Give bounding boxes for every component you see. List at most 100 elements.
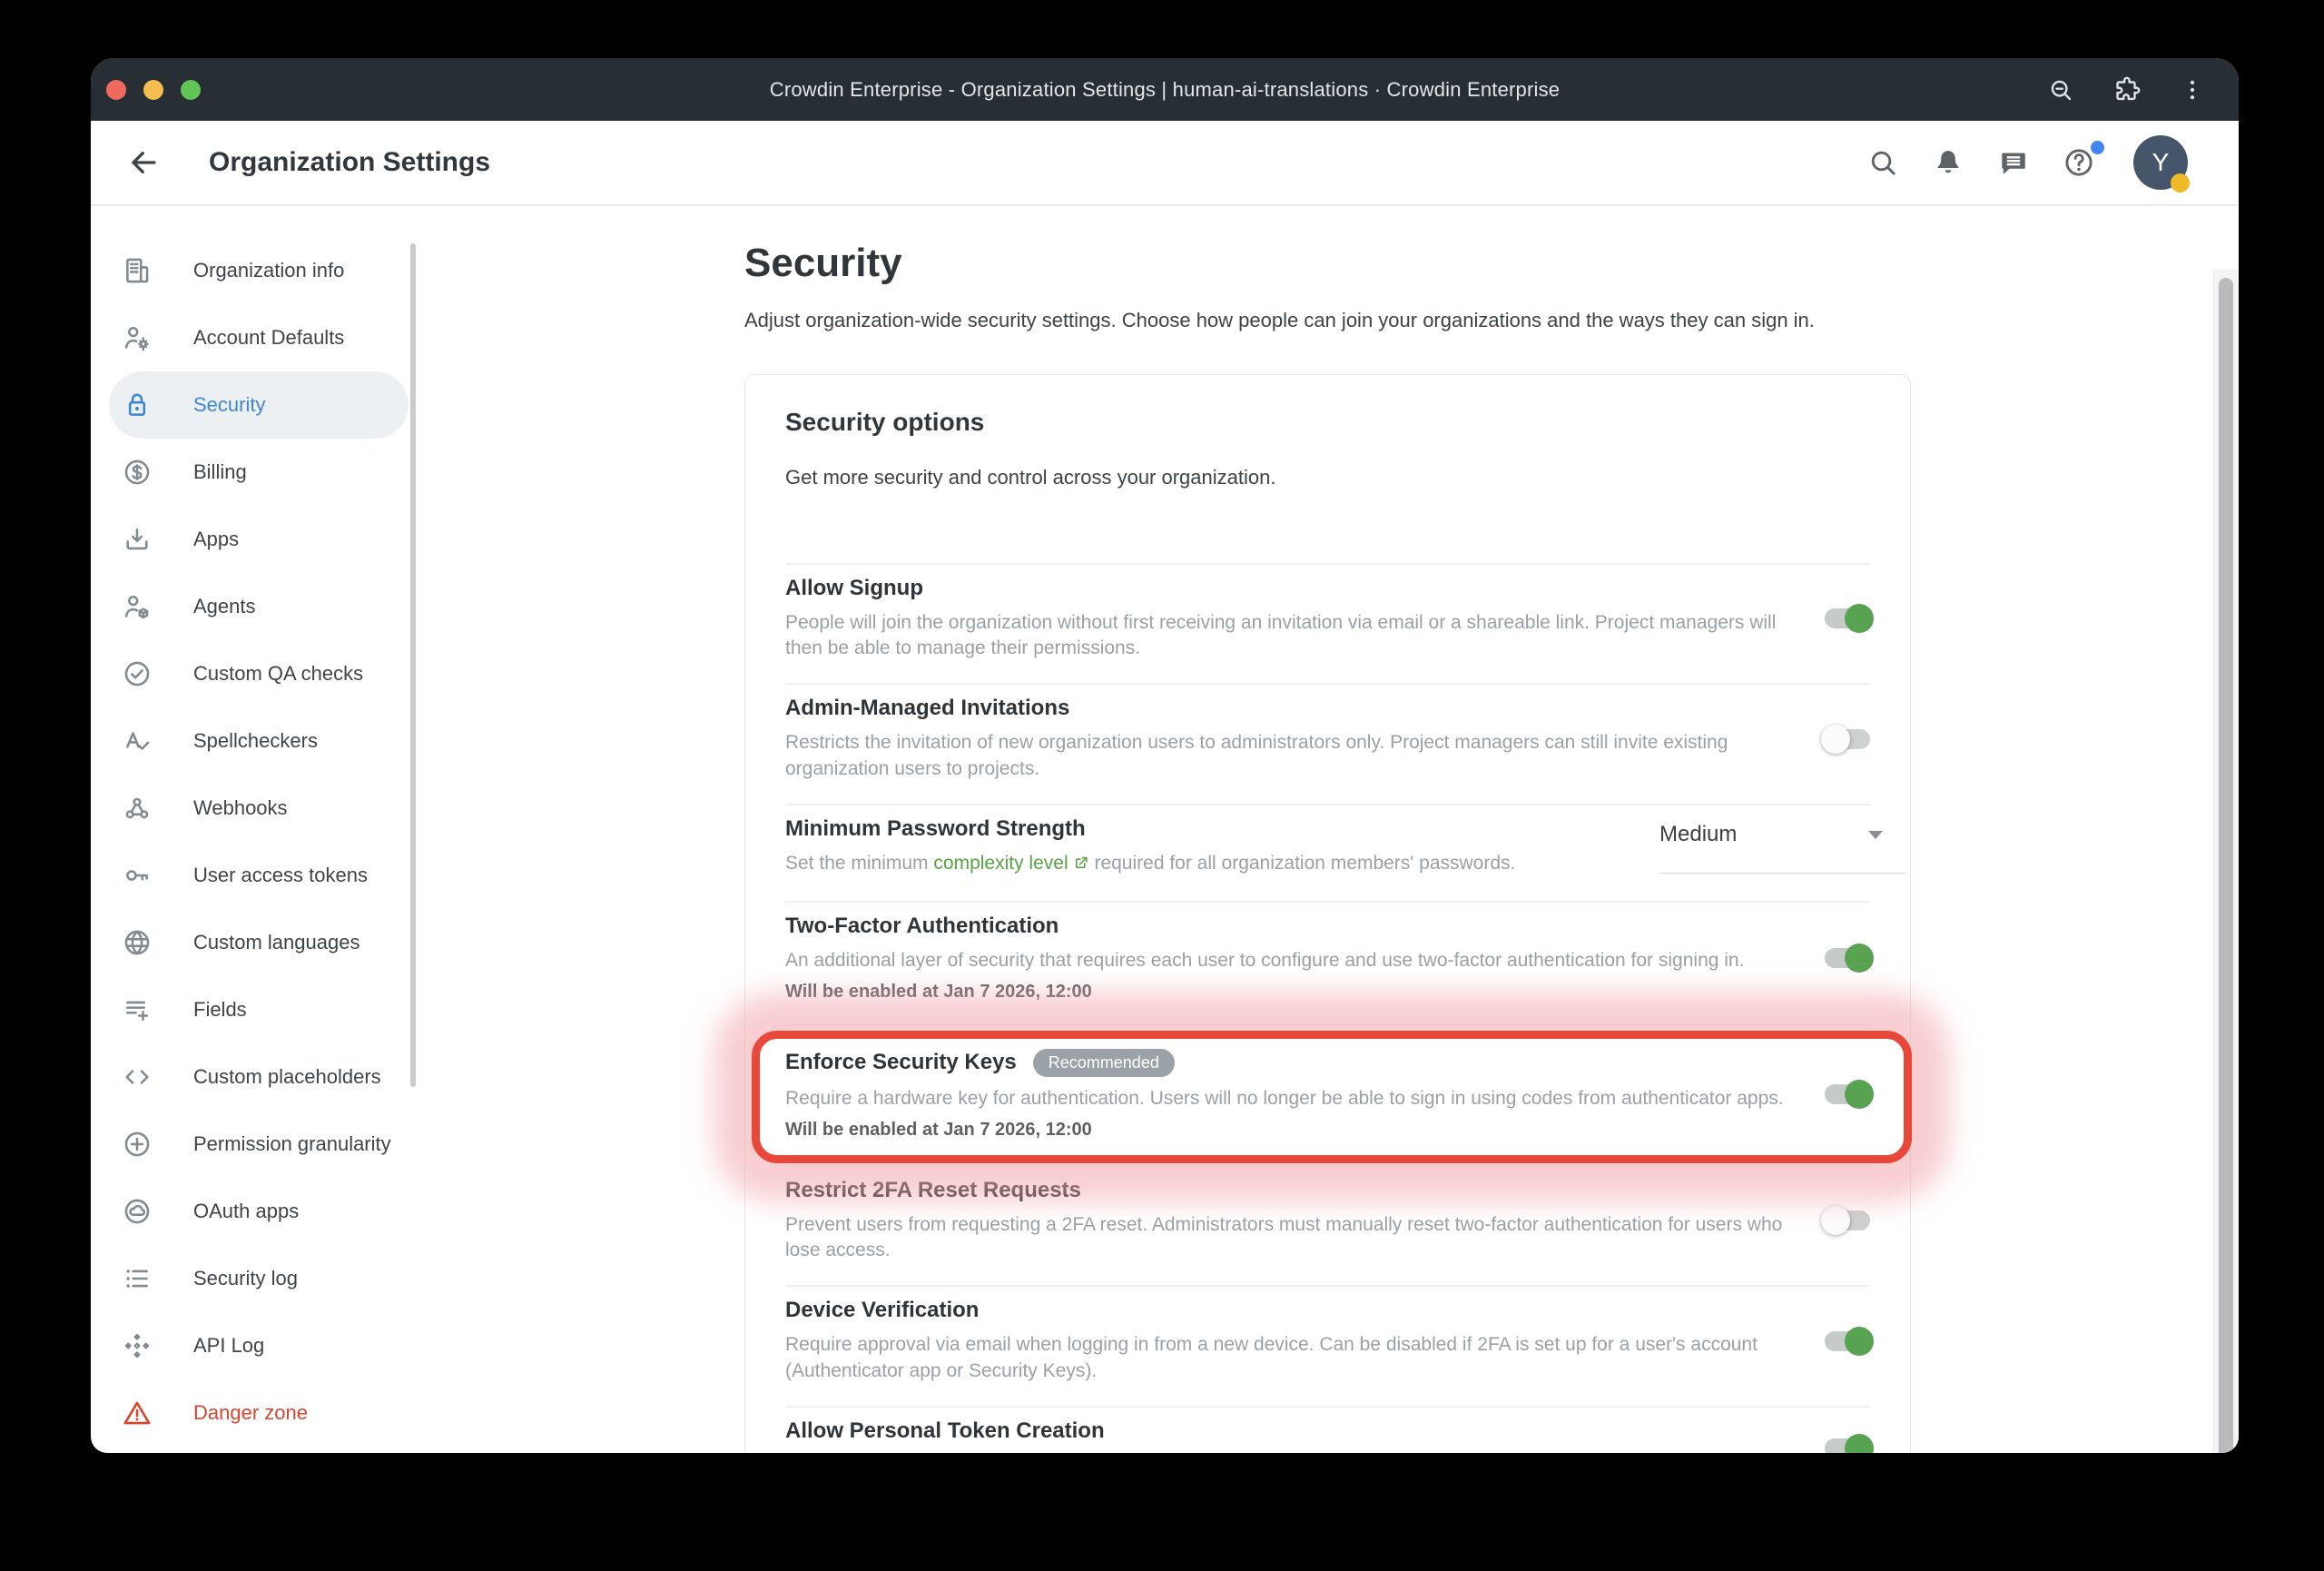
content-area: Organization info Account Defaults Securit… (91, 206, 2239, 1453)
select-minimum-password-strength[interactable]: Medium (1659, 822, 1906, 874)
sidebar-item-label: Billing (193, 460, 247, 484)
recommended-badge: Recommended (1033, 1049, 1175, 1078)
setting-title: Allow Personal Token Creation (785, 1418, 1788, 1444)
sidebar-nav: Organization info Account Defaults Securit… (91, 206, 418, 1453)
setting-description: Require a hardware key for authenticatio… (785, 1086, 1788, 1112)
sidebar-item-custom-qa-checks[interactable]: Custom QA checks (109, 640, 409, 707)
sidebar-item-account-defaults[interactable]: Account Defaults (109, 304, 409, 371)
setting-title: Admin-Managed Invitations (785, 696, 1788, 721)
complexity-level-link[interactable]: complexity level (933, 853, 1068, 874)
sidebar-item-user-access-tokens[interactable]: User access tokens (109, 842, 409, 909)
toggle-device-verification[interactable] (1825, 1331, 1870, 1351)
sidebar-item-label: Security (193, 393, 265, 417)
card-subtitle: Get more security and control across you… (785, 466, 1870, 489)
globe-icon (121, 926, 153, 959)
setting-title: Minimum Password Strength (785, 816, 1623, 842)
sidebar-item-label: Organization info (193, 259, 344, 282)
sidebar-item-billing[interactable]: Billing (109, 439, 409, 506)
page-scrollbar[interactable] (2213, 269, 2239, 1453)
toggle-enforce-security-keys[interactable] (1825, 1084, 1870, 1104)
sidebar-item-label: User access tokens (193, 864, 368, 887)
setting-row-allow-signup: Allow SignupPeople will join the organiz… (785, 563, 1870, 684)
sidebar-scrollbar[interactable] (410, 243, 416, 1087)
setting-title: Device Verification (785, 1298, 1788, 1323)
page-header-title: Organization Settings (209, 147, 490, 178)
setting-row-admin-managed-invitations: Admin-Managed InvitationsRestricts the i… (785, 683, 1870, 804)
setting-note: Will be enabled at Jan 7 2026, 12:00 (785, 982, 1788, 1003)
kebab-menu-icon[interactable] (2179, 76, 2206, 104)
sidebar-item-agents[interactable]: Agents (109, 573, 409, 640)
zoom-out-icon[interactable] (2046, 75, 2075, 104)
avatar-letter: Y (2152, 148, 2170, 177)
sidebar-item-security-log[interactable]: Security log (109, 1245, 409, 1312)
building-icon (121, 254, 153, 287)
toggle-two-factor-authentication[interactable] (1825, 948, 1870, 968)
notification-dot (2091, 141, 2104, 154)
sidebar-item-label: Apps (193, 528, 239, 551)
sidebar-item-oauth-apps[interactable]: OAuth apps (109, 1178, 409, 1245)
bell-icon[interactable] (1930, 144, 1966, 181)
chat-icon[interactable] (1995, 144, 2032, 181)
toggle-thumb (1845, 1327, 1874, 1356)
sidebar-item-api-log[interactable]: API Log (109, 1312, 409, 1379)
main-panel: Security Adjust organization-wide securi… (744, 206, 1911, 1453)
setting-title: Restrict 2FA Reset Requests (785, 1178, 1788, 1203)
settings-rows: Allow SignupPeople will join the organiz… (785, 563, 1870, 1453)
fields-icon (121, 993, 153, 1026)
help-icon[interactable] (2061, 144, 2097, 181)
select-value: Medium (1659, 822, 1737, 846)
page-description: Adjust organization-wide security settin… (744, 309, 1911, 332)
toggle-allow-personal-token-creation[interactable] (1825, 1438, 1870, 1453)
chevron-down-icon (1868, 831, 1883, 839)
sidebar-item-apps[interactable]: Apps (109, 506, 409, 573)
sidebar-item-webhooks[interactable]: Webhooks (109, 775, 409, 842)
avatar-status-dot (2171, 173, 2190, 193)
webhook-icon (121, 792, 153, 825)
sidebar-item-label: Security log (193, 1267, 298, 1290)
setting-row-text: Allow SignupPeople will join the organiz… (785, 576, 1825, 662)
setting-row-two-factor-authentication: Two-Factor AuthenticationAn additional l… (785, 901, 1870, 1023)
sidebar-item-label: Webhooks (193, 796, 288, 820)
sidebar-item-label: OAuth apps (193, 1200, 299, 1223)
avatar[interactable]: Y (2133, 135, 2188, 190)
sidebar-item-security[interactable]: Security (109, 371, 409, 439)
toggle-thumb (1845, 944, 1874, 973)
browser-titlebar: Crowdin Enterprise - Organization Settin… (91, 58, 2239, 121)
sidebar-item-organization-info[interactable]: Organization info (109, 237, 409, 304)
page-scrollbar-thumb[interactable] (2219, 278, 2233, 1453)
list-icon (121, 1262, 153, 1295)
key-icon (121, 859, 153, 892)
sidebar-item-fields[interactable]: Fields (109, 976, 409, 1043)
card-title: Security options (785, 408, 1870, 437)
sidebar-item-label: API Log (193, 1334, 264, 1358)
toggle-thumb (1821, 1206, 1850, 1235)
sidebar-item-custom-placeholders[interactable]: Custom placeholders (109, 1043, 409, 1111)
setting-description: An additional layer of security that req… (785, 948, 1788, 973)
spellcheck-icon (121, 725, 153, 757)
user-cube-icon (121, 590, 153, 623)
setting-row-enforce-security-keys: Enforce Security Keys RecommendedRequire… (785, 1024, 1870, 1165)
setting-row-text: Two-Factor AuthenticationAn additional l… (785, 914, 1825, 1002)
sidebar-item-custom-languages[interactable]: Custom languages (109, 909, 409, 976)
toggle-admin-managed-invitations[interactable] (1825, 729, 1870, 749)
setting-row-restrict-2fa-reset-requests: Restrict 2FA Reset Requests Prevent users… (785, 1165, 1870, 1286)
sidebar-item-permission-granularity[interactable]: Permission granularity (109, 1111, 409, 1178)
setting-note: Will be enabled at Jan 7 2026, 12:00 (785, 1120, 1788, 1141)
toggle-thumb (1845, 1080, 1874, 1109)
sidebar-item-label: Fields (193, 998, 247, 1022)
user-gear-icon (121, 321, 153, 354)
search-icon[interactable] (1865, 144, 1901, 181)
sidebar-item-label: Custom languages (193, 931, 359, 954)
toggle-thumb (1845, 604, 1874, 633)
setting-description: Set the minimum complexity level require… (785, 851, 1623, 879)
toggle-allow-signup[interactable] (1825, 608, 1870, 628)
toggle-restrict-2fa-reset-requests[interactable] (1825, 1210, 1870, 1230)
setting-row-text: Restrict 2FA Reset Requests Prevent users… (785, 1178, 1825, 1264)
sidebar-item-spellcheckers[interactable]: Spellcheckers (109, 707, 409, 775)
back-arrow-icon[interactable] (123, 143, 163, 183)
setting-row-text: Minimum Password Strength Set the minimum… (785, 816, 1659, 879)
setting-row-text: Admin-Managed InvitationsRestricts the i… (785, 696, 1825, 782)
extensions-icon[interactable] (2112, 74, 2142, 105)
sidebar-item-danger-zone[interactable]: Danger zone (109, 1379, 409, 1447)
setting-description: Prevent users from requesting a 2FA rese… (785, 1212, 1788, 1264)
